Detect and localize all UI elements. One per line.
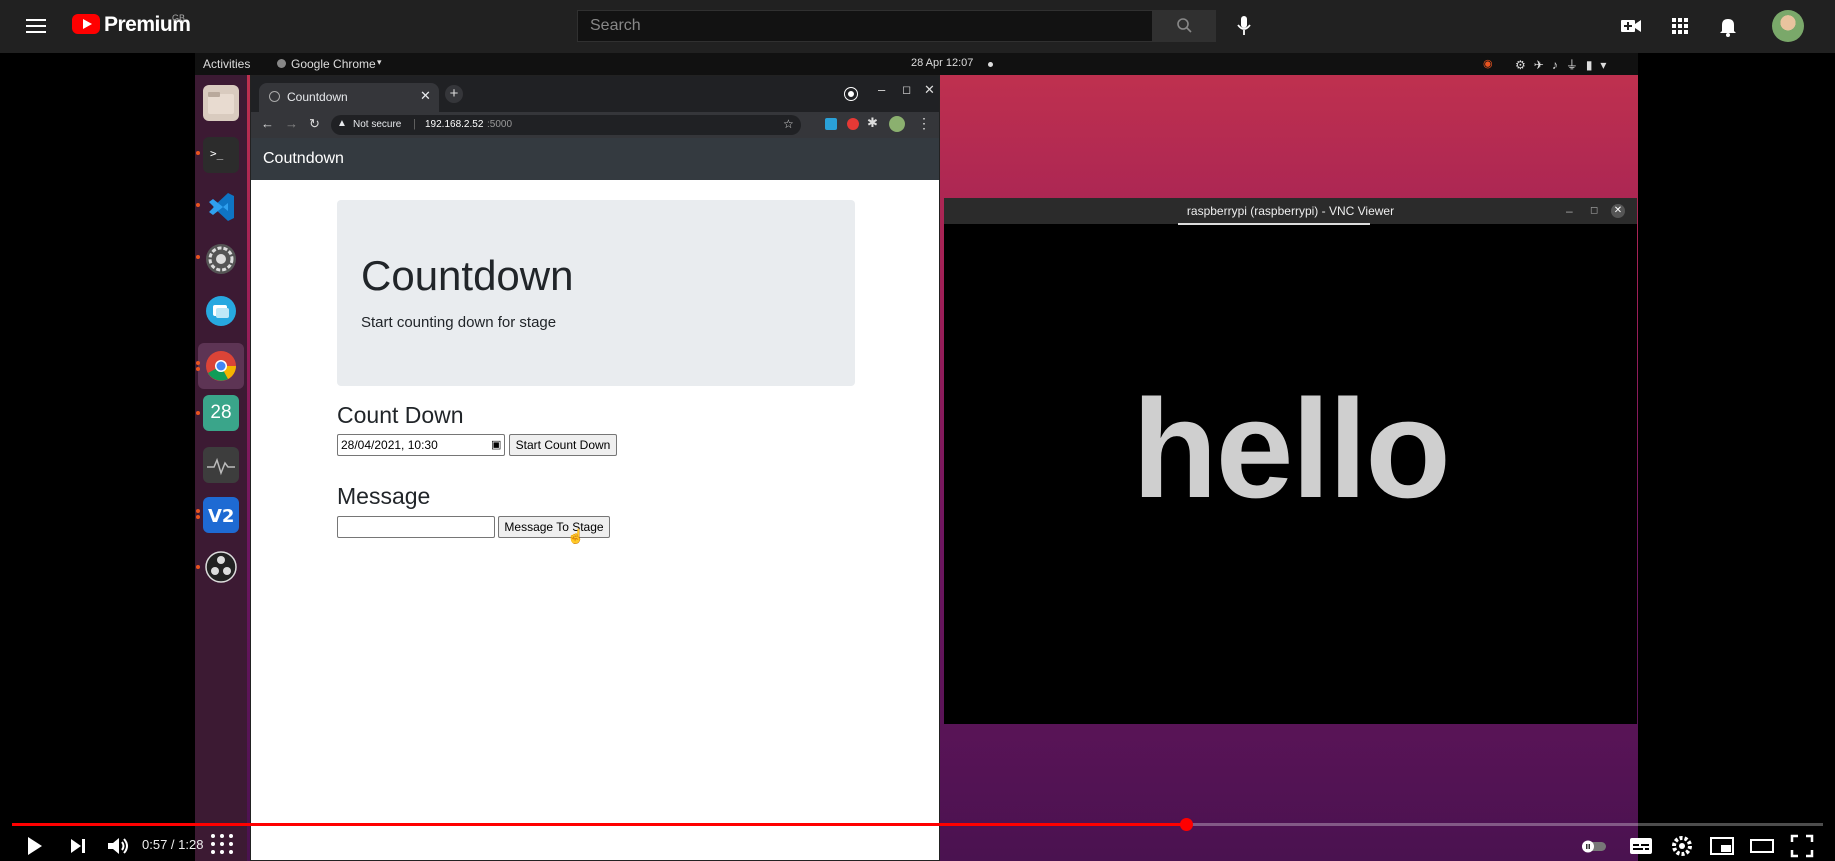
vscode-icon[interactable] — [203, 189, 239, 225]
forward-icon[interactable]: → — [285, 116, 298, 131]
settings-icon[interactable] — [203, 241, 239, 277]
files-icon[interactable] — [203, 85, 239, 121]
page-subtitle: Start counting down for stage — [361, 314, 557, 331]
theater-mode-icon[interactable] — [1748, 832, 1776, 860]
search-icon — [1177, 18, 1192, 33]
close-tab-icon[interactable]: ✕ — [420, 88, 431, 104]
start-countdown-button[interactable]: Start Count Down — [509, 434, 617, 456]
svg-text:V2: V2 — [208, 506, 234, 527]
volume-icon[interactable] — [104, 832, 132, 860]
mouse-cursor-icon: ☝ — [567, 528, 585, 544]
extension-icon[interactable] — [825, 118, 837, 130]
site-navbar: Coutndown — [251, 138, 939, 180]
app-launcher-dots-icon — [208, 832, 236, 860]
message-heading: Message — [337, 483, 431, 509]
user-avatar[interactable] — [1772, 10, 1804, 42]
kebab-menu-icon[interactable]: ⋮ — [917, 115, 931, 132]
play-icon[interactable] — [20, 832, 48, 860]
vnc-viewer-icon[interactable]: V2 — [203, 497, 239, 533]
page-title: Countdown — [361, 252, 574, 299]
window-close-icon[interactable]: ✕ — [924, 82, 935, 98]
search-input[interactable] — [577, 10, 1153, 42]
reload-icon[interactable]: ↻ — [309, 116, 320, 132]
new-tab-icon[interactable]: + — [445, 85, 463, 103]
vnc-display-text: hello — [1132, 370, 1451, 527]
next-video-icon[interactable] — [64, 832, 92, 860]
tab-title: Countdown — [287, 90, 348, 104]
obs-studio-icon[interactable] — [203, 549, 239, 585]
search-button[interactable] — [1153, 10, 1216, 42]
address-bar[interactable]: ▲ Not secure | 192.168.2.52 :5000 ☆ — [331, 115, 801, 135]
url-port: :5000 — [487, 119, 513, 130]
apps-grid-icon[interactable] — [1667, 13, 1693, 39]
settings-gear-icon[interactable] — [1668, 832, 1696, 860]
extensions-puzzle-icon[interactable]: ✱ — [867, 115, 878, 131]
svg-text:>_: >_ — [210, 147, 224, 160]
separator: | — [413, 118, 416, 130]
extension-record-icon[interactable] — [847, 118, 859, 130]
bookmark-star-icon[interactable]: ☆ — [783, 117, 794, 131]
chevron-down-icon: ▾ — [377, 57, 382, 67]
vnc-title: raspberrypi (raspberrypi) - VNC Viewer — [1186, 204, 1395, 218]
calendar-icon[interactable]: 28 — [203, 395, 239, 431]
message-input[interactable] — [337, 516, 495, 538]
chrome-window: Countdown ✕ + – ◻ ✕ ← → ↻ ▲ Not secure |… — [250, 75, 940, 861]
create-video-icon[interactable] — [1618, 13, 1644, 39]
miniplayer-icon[interactable] — [1708, 832, 1736, 860]
vnc-toolbar-handle[interactable] — [1178, 223, 1370, 225]
datetime-input[interactable] — [337, 434, 505, 456]
youtube-header: Premium GB — [0, 0, 1835, 53]
record-indicator-icon: ◉ — [1483, 58, 1493, 70]
calendar-picker-icon[interactable]: ▣ — [491, 438, 501, 451]
globe-icon — [269, 91, 280, 102]
message-to-stage-button[interactable]: Message To Stage — [498, 516, 610, 538]
gnome-top-bar: Activities Google Chrome ▾ 28 Apr 12:07 … — [195, 53, 1638, 75]
tab-search-icon[interactable] — [844, 87, 858, 101]
photos-icon[interactable] — [203, 293, 239, 329]
chrome-small-icon — [277, 59, 286, 68]
ubuntu-dock: >_ 28 V2 — [195, 75, 247, 861]
progress-bar-played — [12, 823, 1186, 826]
notification-dot-icon — [988, 62, 993, 67]
subtitles-icon[interactable] — [1627, 832, 1655, 860]
activities-button[interactable]: Activities — [203, 57, 250, 71]
clock[interactable]: 28 Apr 12:07 — [911, 57, 973, 69]
vnc-close-icon[interactable]: ✕ — [1611, 204, 1625, 218]
youtube-logo-icon[interactable] — [72, 14, 100, 34]
minimize-icon[interactable]: – — [878, 82, 885, 97]
vnc-maximize-icon[interactable]: ◻ — [1590, 198, 1598, 224]
back-icon[interactable]: ← — [261, 116, 274, 131]
tab-countdown[interactable]: Countdown ✕ — [259, 83, 439, 112]
chrome-icon[interactable] — [198, 343, 244, 389]
terminal-icon[interactable]: >_ — [203, 137, 239, 173]
vnc-viewer-window: raspberrypi (raspberrypi) - VNC Viewer –… — [944, 198, 1637, 724]
app-menu[interactable]: Google Chrome — [291, 57, 376, 71]
progress-scrubber[interactable] — [1179, 818, 1193, 831]
time-display: 0:57 / 1:28 — [142, 837, 204, 852]
fullscreen-icon[interactable] — [1788, 832, 1816, 860]
profile-avatar-icon[interactable] — [889, 116, 905, 132]
warning-icon: ▲ — [337, 118, 347, 129]
chrome-tab-bar: Countdown ✕ + – ◻ ✕ — [251, 76, 939, 112]
url-host: 192.168.2.52 — [425, 119, 484, 130]
vnc-title-bar: raspberrypi (raspberrypi) - VNC Viewer –… — [944, 198, 1637, 224]
chrome-toolbar: ← → ↻ ▲ Not secure | 192.168.2.52 :5000 … — [251, 112, 939, 138]
notifications-bell-icon[interactable] — [1715, 13, 1741, 39]
maximize-icon[interactable]: ◻ — [902, 83, 911, 96]
region-code: GB — [172, 13, 186, 23]
voice-search-icon[interactable] — [1228, 10, 1260, 42]
autoplay-toggle-icon[interactable] — [1580, 832, 1608, 860]
jumbotron: Countdown Start counting down for stage — [337, 200, 855, 386]
hamburger-menu-icon[interactable] — [22, 14, 50, 38]
system-tray-icons[interactable]: ⚙✈♪⏚▮▾ — [1515, 56, 1614, 73]
countdown-heading: Count Down — [337, 402, 464, 428]
security-status[interactable]: Not secure — [353, 119, 401, 130]
vnc-minimize-icon[interactable]: – — [1566, 198, 1573, 224]
system-monitor-icon[interactable] — [203, 447, 239, 483]
navbar-brand[interactable]: Coutndown — [263, 150, 344, 168]
calendar-day: 28 — [210, 402, 232, 423]
